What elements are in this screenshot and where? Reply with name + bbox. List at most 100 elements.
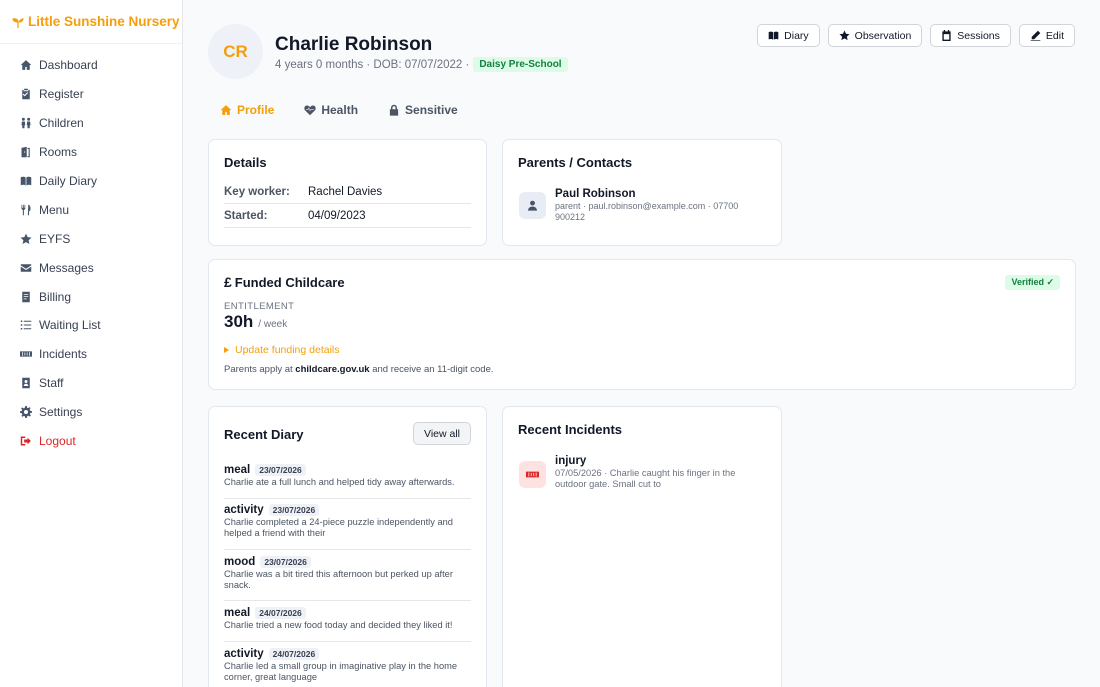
caret-right-icon <box>224 347 229 353</box>
sidebar-item-settings[interactable]: Settings <box>0 398 182 427</box>
childcare-link: childcare.gov.uk <box>295 364 370 375</box>
detail-row: Started: 04/09/2023 <box>224 204 471 228</box>
diary-entry-text: Charlie led a small group in imaginative… <box>224 661 458 682</box>
sidebar-item-register[interactable]: Register <box>0 80 182 109</box>
detail-value: Rachel Davies <box>308 185 383 198</box>
diary-entry-text: Charlie ate a full lunch and helped tidy… <box>224 477 455 487</box>
diary-entry: mood 23/07/2026 Charlie was a bit tired t… <box>224 556 471 601</box>
sessions-button[interactable]: Sessions <box>930 24 1011 47</box>
sidebar-item-menu[interactable]: Menu <box>0 195 182 224</box>
entitlement-unit: / week <box>258 319 288 330</box>
diary-entry-date: 23/07/2026 <box>268 504 320 516</box>
diary-entry-date: 23/07/2026 <box>260 556 311 568</box>
home-icon <box>220 105 232 115</box>
sidebar: Little Sunshine Nursery Dashboard Regist… <box>0 0 183 687</box>
sidebar-item-daily-diary[interactable]: Daily Diary <box>0 167 182 196</box>
diary-entry: activity 24/07/2026 Charlie led a small g… <box>224 648 471 687</box>
contacts-title: Parents / Contacts <box>518 155 633 170</box>
action-toolbar: Diary Observation Sessions Edit <box>757 24 1075 47</box>
sidebar-nav: Dashboard Register Children Rooms Daily … <box>0 44 182 455</box>
bandage-icon <box>519 461 546 488</box>
star-icon <box>19 232 32 245</box>
detail-key: Started: <box>224 209 268 222</box>
diary-entry-date: 23/07/2026 <box>255 464 306 476</box>
book-icon <box>768 31 779 40</box>
contact-name[interactable]: Paul Robinson <box>555 188 636 200</box>
status-badge: Verified ✓ <box>1005 275 1060 290</box>
view-all-button[interactable]: View all <box>413 422 471 445</box>
details-title: Details <box>224 155 267 170</box>
detail-value: 04/09/2023 <box>308 209 366 222</box>
lock-icon <box>389 104 399 116</box>
home-icon <box>19 59 32 72</box>
diary-entry-text: Charlie completed a 24-piece puzzle inde… <box>224 517 453 538</box>
gear-icon <box>19 406 32 419</box>
entitlement-hours: 30h <box>224 312 254 331</box>
tab-sensitive[interactable]: Sensitive <box>388 103 458 117</box>
brand[interactable]: Little Sunshine Nursery <box>0 0 182 44</box>
sidebar-item-billing[interactable]: Billing <box>0 282 182 311</box>
diary-entry: meal 24/07/2026 Charlie tried a new food … <box>224 607 471 642</box>
sidebar-item-eyfs[interactable]: EYFS <box>0 224 182 253</box>
user-icon <box>519 192 546 219</box>
diary-entry-type: activity <box>224 648 264 660</box>
observation-button[interactable]: Observation <box>827 24 923 47</box>
edit-button[interactable]: Edit <box>1018 24 1075 47</box>
incidents-title: Recent Incidents <box>518 422 623 437</box>
details-card: Details Key worker: Rachel Davies Starte… <box>208 139 487 246</box>
book-icon <box>19 175 32 188</box>
diary-button[interactable]: Diary <box>757 24 820 47</box>
id-badge-icon <box>19 377 32 390</box>
funded-note: Parents apply at childcare.gov.uk and re… <box>224 364 494 375</box>
funded-title: £ Funded Childcare <box>224 274 345 290</box>
bandage-icon <box>19 348 32 361</box>
list-icon <box>19 319 32 332</box>
utensils-icon <box>19 203 32 216</box>
diary-entry: meal 23/07/2026 Charlie ate a full lunch … <box>224 464 471 499</box>
sidebar-item-incidents[interactable]: Incidents <box>0 340 182 369</box>
diary-entry-date: 24/07/2026 <box>255 607 306 619</box>
tab-health[interactable]: Health <box>304 103 358 117</box>
contact-detail: parent · paul.robinson@example.com · 077… <box>555 201 739 222</box>
detail-key: Key worker: <box>224 185 290 198</box>
contacts-card: Parents / Contacts Paul Robinson parent … <box>502 139 782 246</box>
recent-diary-card: Recent Diary View all meal 23/07/2026 Cha… <box>208 406 487 687</box>
recent-incidents-card: Recent Incidents injury 07/05/2026 · Cha… <box>502 406 782 687</box>
envelope-icon <box>19 261 32 274</box>
diary-entry-text: Charlie was a bit tired this afternoon b… <box>224 569 453 590</box>
incident-text: 07/05/2026 · Charlie caught his finger i… <box>555 468 736 489</box>
diary-entry-type: meal <box>224 464 251 476</box>
sidebar-item-logout[interactable]: Logout <box>0 427 182 456</box>
room-badge: Daisy Pre-School <box>473 57 568 72</box>
diary-entry: activity 23/07/2026 Charlie completed a 2… <box>224 504 471 550</box>
incident-type[interactable]: injury <box>555 455 586 467</box>
sidebar-item-rooms[interactable]: Rooms <box>0 138 182 167</box>
sidebar-item-dashboard[interactable]: Dashboard <box>0 51 182 80</box>
diary-entry-date: 24/07/2026 <box>268 648 320 660</box>
main-content: CR Charlie Robinson 4 years 0 months · D… <box>183 0 1100 687</box>
door-icon <box>19 146 32 159</box>
detail-row: Key worker: Rachel Davies <box>224 180 471 204</box>
diary-entry-type: mood <box>224 556 256 568</box>
sidebar-item-messages[interactable]: Messages <box>0 253 182 282</box>
brand-name: Little Sunshine Nursery <box>28 14 180 29</box>
funded-childcare-card: £ Funded Childcare Verified ✓ ENTITLEMEN… <box>208 259 1076 390</box>
update-funding-toggle[interactable]: Update funding details <box>224 344 340 356</box>
star-icon <box>839 30 850 41</box>
avatar: CR <box>208 24 263 79</box>
diary-title: Recent Diary <box>224 427 304 442</box>
pencil-icon <box>1030 30 1041 41</box>
tab-profile[interactable]: Profile <box>220 103 274 117</box>
diary-entry-text: Charlie tried a new food today and decid… <box>224 620 453 630</box>
children-icon <box>19 117 32 130</box>
diary-entry-type: activity <box>224 504 264 516</box>
sidebar-item-children[interactable]: Children <box>0 109 182 138</box>
entitlement-label: ENTITLEMENT <box>224 301 295 312</box>
sidebar-item-staff[interactable]: Staff <box>0 369 182 398</box>
sprout-icon <box>12 17 24 28</box>
profile-tabs: Profile Health Sensitive <box>220 103 458 117</box>
child-meta: 4 years 0 months · DOB: 07/07/2022 · Dai… <box>275 57 568 72</box>
invoice-icon <box>19 290 32 303</box>
entitlement-value: 30h / week <box>224 312 287 332</box>
sidebar-item-waiting-list[interactable]: Waiting List <box>0 311 182 340</box>
